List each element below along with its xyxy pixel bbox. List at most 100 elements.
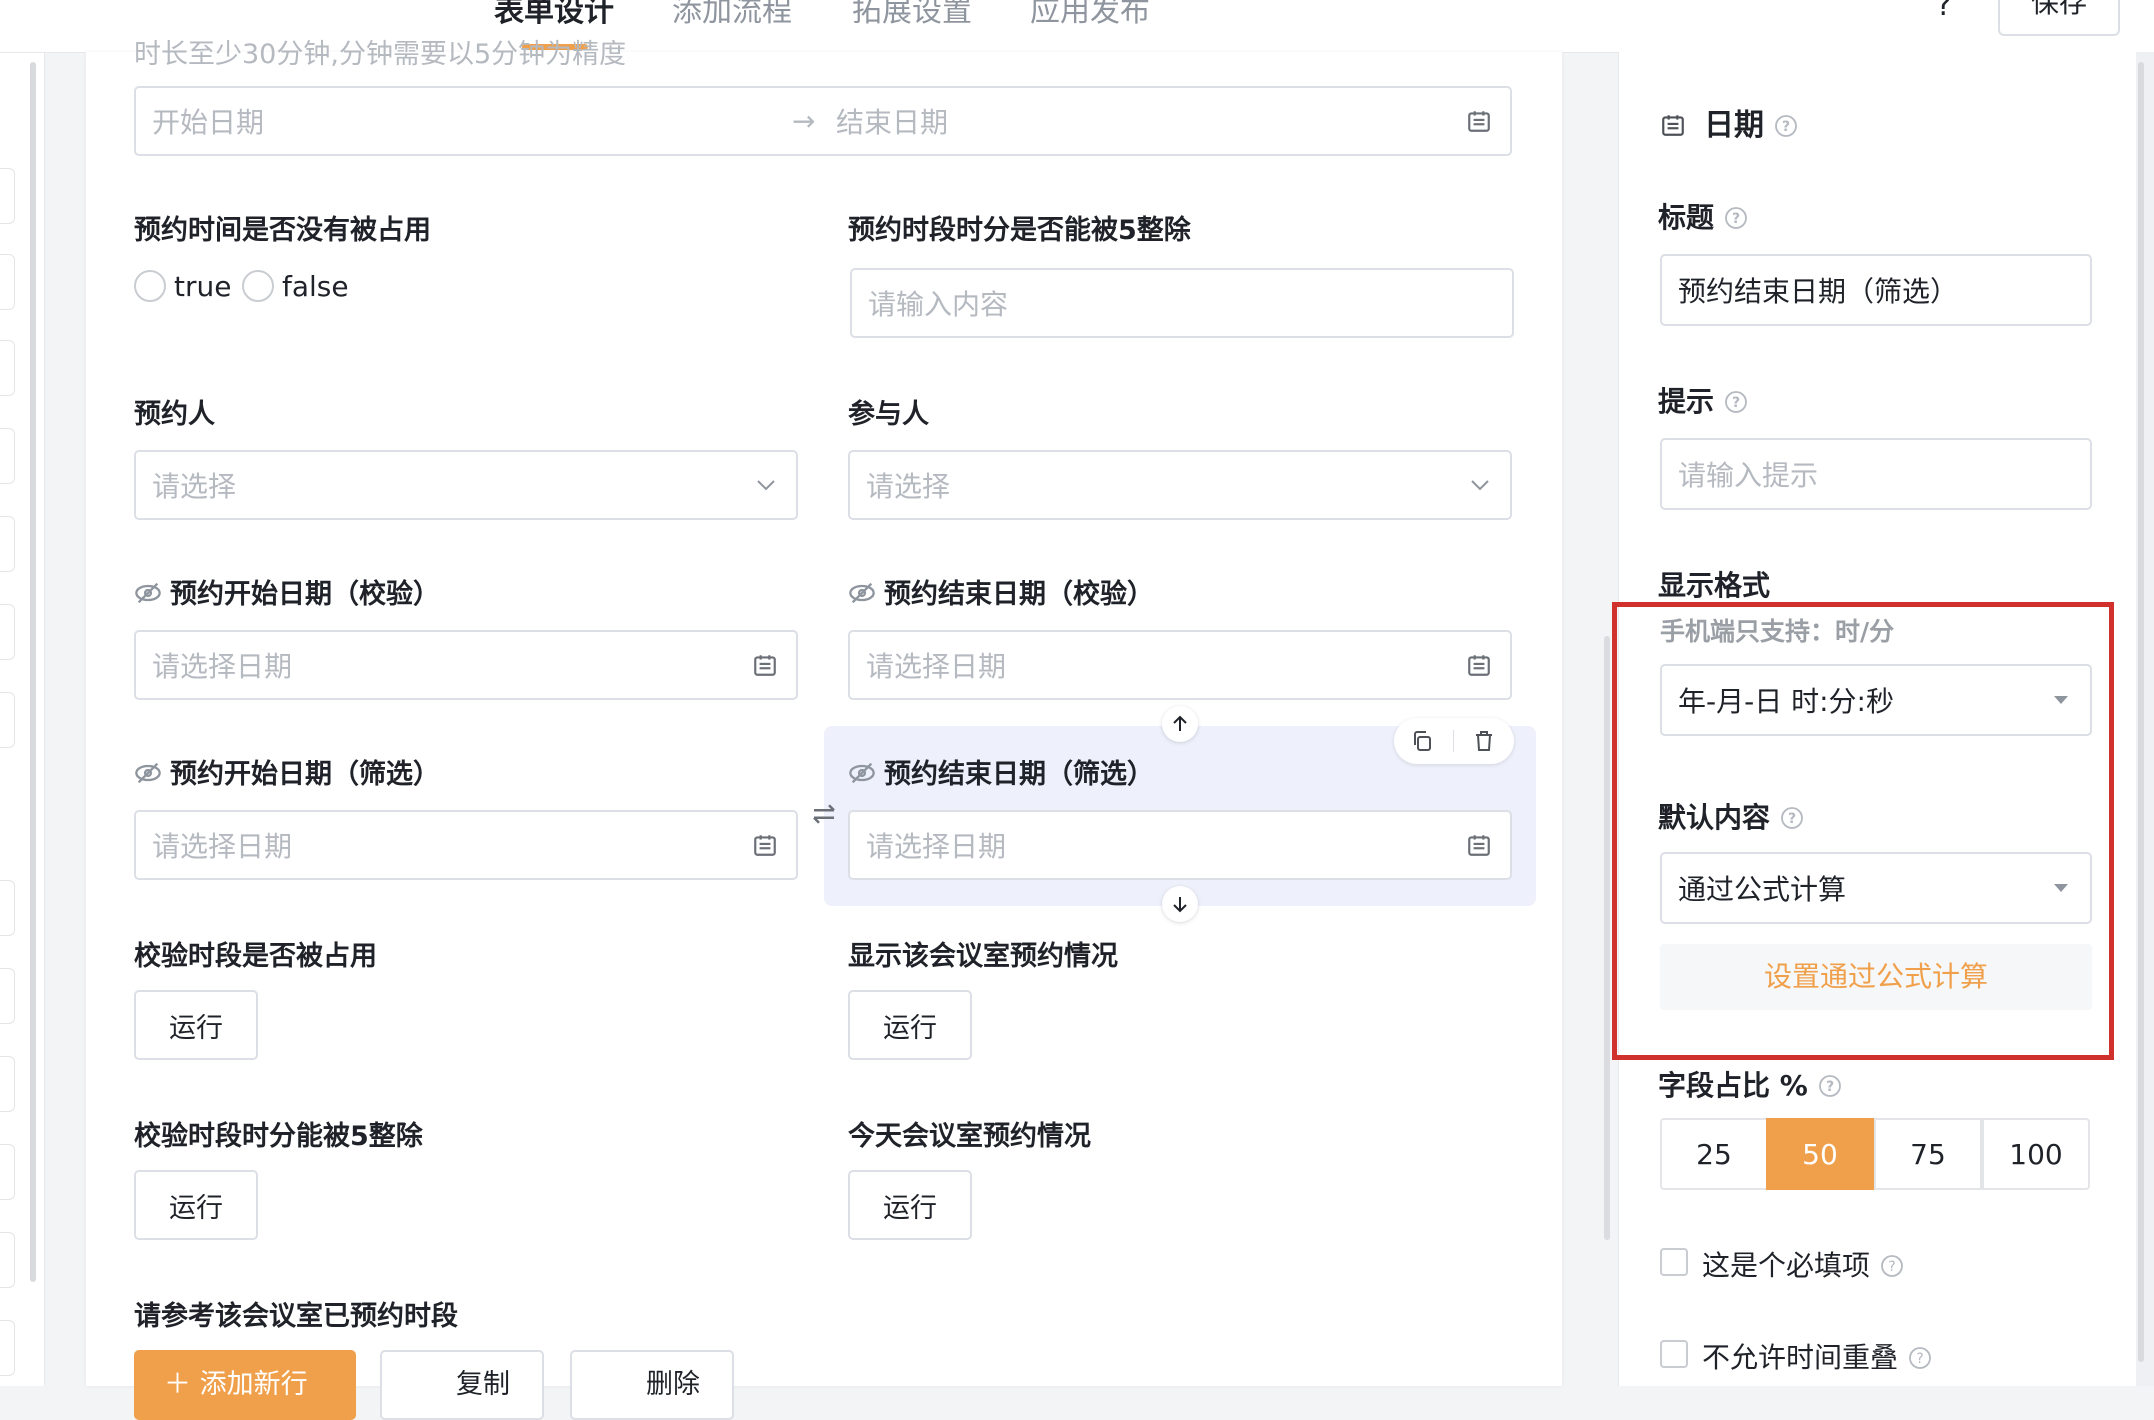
end-check-text: 预约结束日期（校验） (884, 579, 1154, 610)
participant-select[interactable]: 请选择 (848, 450, 1512, 520)
run-check-occupied-button[interactable]: 运行 (134, 990, 258, 1060)
save-button[interactable]: 保存 (1998, 0, 2120, 36)
minute-divisible-input[interactable]: 请输入内容 (850, 268, 1514, 338)
help-circle-icon[interactable]: ? (1780, 806, 1804, 830)
end-filter-text: 预约结束日期（筛选） (884, 759, 1154, 790)
radio-false-label: false (282, 270, 349, 303)
booker-label: 预约人 (134, 399, 215, 430)
svg-text:?: ? (1788, 811, 1796, 827)
copy-icon[interactable] (1410, 729, 1434, 753)
help-circle-icon[interactable]: ? (1774, 114, 1798, 138)
title-input[interactable]: 预约结束日期（筛选） (1660, 254, 2092, 326)
sidebar-item[interactable] (0, 968, 15, 1024)
default-content-value: 通过公式计算 (1678, 873, 1847, 906)
run-today-booking-button[interactable]: 运行 (848, 1170, 972, 1240)
show-booking-label: 显示该会议室预约情况 (848, 941, 1118, 972)
component-title: 日期? (1660, 100, 1798, 144)
arrow-up-icon (1173, 715, 1187, 731)
range-arrow: → (792, 104, 816, 138)
radio-true[interactable] (134, 270, 166, 302)
title-input-value: 预约结束日期（筛选） (1678, 275, 1959, 308)
width-option-50[interactable]: 50 (1766, 1118, 1874, 1190)
today-booking-label: 今天会议室预约情况 (848, 1121, 1091, 1152)
participant-label: 参与人 (848, 399, 929, 430)
move-down-button[interactable] (1162, 886, 1198, 922)
svg-text:?: ? (1732, 211, 1740, 227)
sidebar-scrollbar[interactable] (30, 62, 36, 1282)
swap-icon[interactable] (809, 799, 839, 829)
field-action-bar (1394, 718, 1514, 764)
booker-select[interactable]: 请选择 (134, 450, 798, 520)
sidebar-item[interactable] (0, 1320, 15, 1376)
run-show-booking-button[interactable]: 运行 (848, 990, 972, 1060)
tab-app-publish[interactable]: 应用发布 (1030, 0, 1150, 30)
radio-false[interactable] (242, 270, 274, 302)
move-up-button[interactable] (1162, 706, 1198, 742)
top-hint-text: 时长至少30分钟,分钟需要以5分钟为精度 (134, 39, 627, 70)
svg-text:?: ? (1826, 1079, 1834, 1095)
format-label: 显示格式 (1658, 569, 1771, 602)
end-check-date-picker[interactable]: 请选择日期 (848, 630, 1512, 700)
sidebar-item[interactable] (0, 516, 15, 572)
panel-scrollbar[interactable] (2138, 62, 2144, 1362)
tab-extend-settings[interactable]: 拓展设置 (852, 0, 972, 30)
end-filter-date-picker[interactable]: 请选择日期 (848, 810, 1512, 880)
tab-form-design[interactable]: 表单设计 (494, 0, 614, 30)
tab-add-flow[interactable]: 添加流程 (672, 0, 792, 30)
hint-input[interactable]: 请输入提示 (1660, 438, 2092, 510)
component-title-text: 日期 (1704, 108, 1764, 143)
occupied-field-label: 预约时间是否没有被占用 (134, 215, 431, 246)
chevron-down-icon (1471, 480, 1489, 491)
run-check-minute-button[interactable]: 运行 (134, 1170, 258, 1240)
copy-row-label: 复制 (456, 1369, 510, 1400)
format-select[interactable]: 年-月-日 时:分:秒 (1660, 664, 2092, 736)
default-content-select[interactable]: 通过公式计算 (1660, 852, 2092, 924)
calendar-icon (1662, 115, 1684, 136)
help-circle-icon[interactable]: ? (1908, 1346, 1932, 1370)
help-button[interactable]: ? (1936, 0, 1952, 23)
start-check-date-picker[interactable]: 请选择日期 (134, 630, 798, 700)
width-option-100[interactable]: 100 (1982, 1118, 2090, 1190)
sidebar-item[interactable] (0, 1056, 15, 1112)
sidebar-item[interactable] (0, 1144, 15, 1200)
required-label: 这是个必填项? (1702, 1244, 1904, 1284)
sidebar-item[interactable] (0, 880, 15, 936)
calendar-icon (754, 835, 776, 856)
date-range-picker[interactable]: 开始日期 → 结束日期 (134, 86, 1512, 156)
canvas-scrollbar[interactable] (1604, 636, 1610, 1240)
sidebar-item[interactable] (0, 168, 15, 224)
caret-down-icon (2054, 696, 2068, 704)
help-circle-icon[interactable]: ? (1724, 390, 1748, 414)
delete-row-button[interactable]: 删除 (570, 1350, 734, 1420)
width-option-75[interactable]: 75 (1874, 1118, 1982, 1190)
calendar-icon (1468, 111, 1490, 132)
sidebar-item[interactable] (0, 1232, 15, 1288)
add-row-button[interactable]: ＋ 添加新行 (134, 1350, 356, 1420)
required-checkbox[interactable] (1660, 1248, 1688, 1276)
svg-text:?: ? (1732, 395, 1740, 411)
sidebar-item[interactable] (0, 428, 15, 484)
svg-text:?: ? (1782, 119, 1790, 135)
sidebar-item[interactable] (0, 340, 15, 396)
start-filter-date-picker[interactable]: 请选择日期 (134, 810, 798, 880)
help-circle-icon[interactable]: ? (1724, 206, 1748, 230)
eye-hidden-icon (849, 762, 875, 784)
end-date-placeholder: 结束日期 (836, 106, 949, 139)
save-button-label: 保存 (2030, 0, 2087, 19)
sidebar-item[interactable] (0, 254, 15, 310)
sidebar-item[interactable] (0, 604, 15, 660)
end-filter-label: 预约结束日期（筛选） (848, 752, 1154, 791)
no-overlap-label: 不允许时间重叠? (1702, 1336, 1932, 1376)
copy-row-button[interactable]: 复制 (380, 1350, 544, 1420)
check-occupied-label: 校验时段是否被占用 (134, 941, 377, 972)
width-option-25[interactable]: 25 (1660, 1118, 1768, 1190)
trash-icon[interactable] (1472, 729, 1496, 753)
minute-divisible-placeholder: 请输入内容 (868, 288, 1009, 321)
no-overlap-checkbox[interactable] (1660, 1340, 1688, 1368)
formula-button[interactable]: 设置通过公式计算 (1660, 944, 2092, 1010)
help-circle-icon[interactable]: ? (1818, 1074, 1842, 1098)
action-divider (1453, 730, 1454, 752)
radio-true-label: true (174, 270, 232, 303)
help-circle-icon[interactable]: ? (1880, 1254, 1904, 1278)
sidebar-item[interactable] (0, 692, 15, 748)
